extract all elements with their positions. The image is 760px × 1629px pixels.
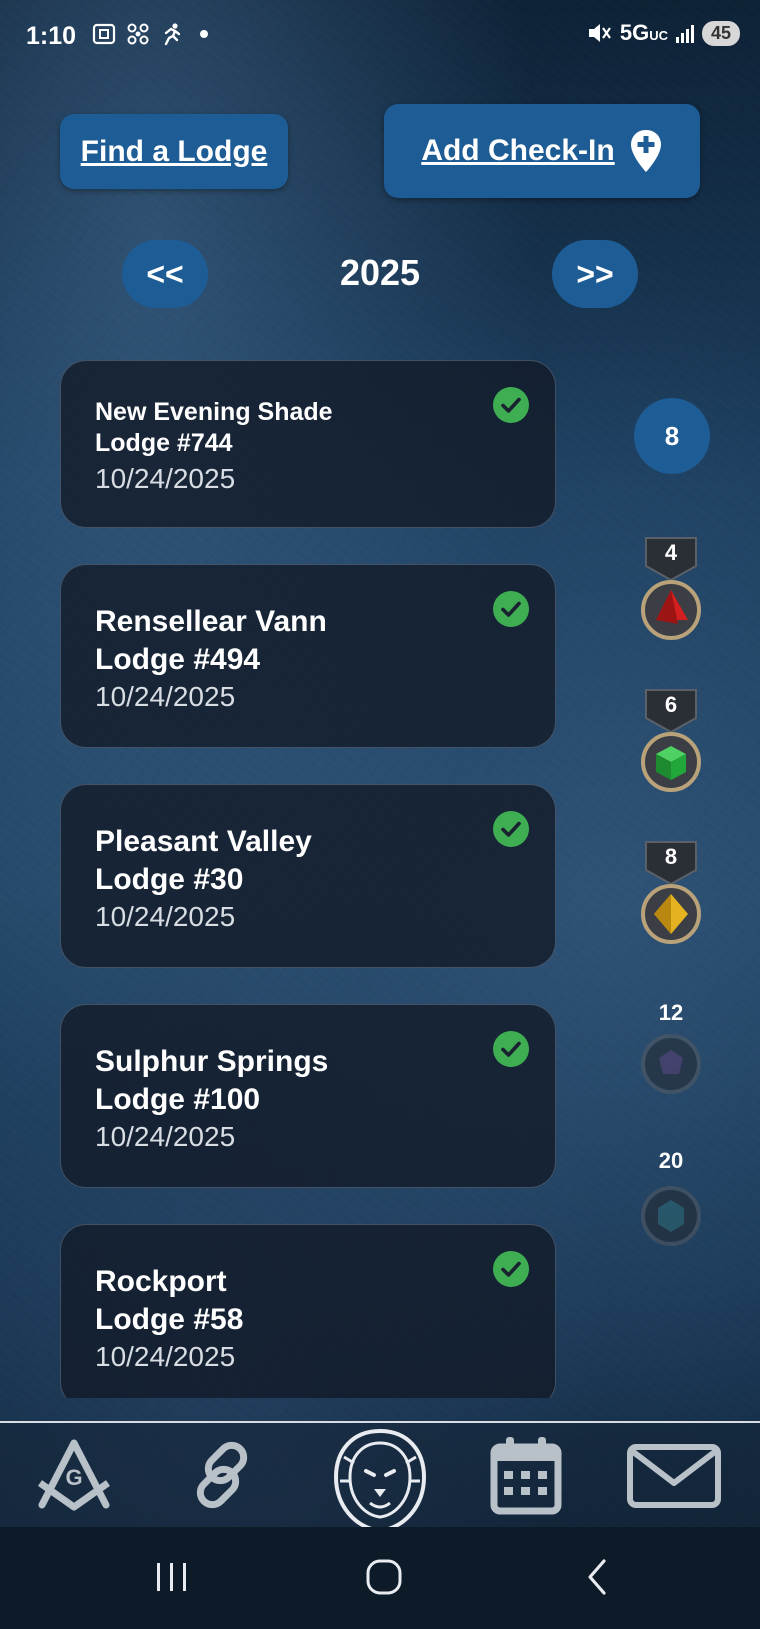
recent-apps-button[interactable] [154,1557,190,1602]
home-button[interactable] [364,1557,404,1602]
fan-icon [127,23,149,45]
lodge-name: Rensellear Vann Lodge #494 [95,605,327,676]
bottom-nav: G [0,1423,760,1545]
status-right: 5GUC 45 [586,20,740,46]
medal-6[interactable]: 6 [638,688,704,792]
home-icon [366,1559,402,1595]
map-pin-plus-icon [630,130,661,172]
mute-vibrate-icon [588,24,611,42]
checkin-card[interactable]: Rensellear Vann Lodge #494 10/24/2025 [60,564,556,748]
find-lodge-label: Find a Lodge [80,134,268,168]
mail-icon [627,1444,721,1508]
checkin-date: 10/24/2025 [95,1121,236,1152]
link-icon [196,1441,248,1509]
network-label: 5GUC [619,20,668,45]
previous-year-label: << [146,255,184,292]
checkin-card[interactable]: Sulphur Springs Lodge #100 10/24/2025 [60,1004,556,1188]
medal-threshold: 8 [664,844,678,869]
lodge-name: Rockport Lodge #58 [95,1265,244,1336]
battery-level: 45 [701,20,740,46]
status-bar: 1:10 5GUC 45 [0,0,760,74]
checkin-date: 10/24/2025 [95,463,236,494]
nav-square-compass[interactable]: G [34,1439,114,1518]
check-circle-icon [493,387,529,423]
svg-text:G: G [65,1465,82,1490]
checkin-card[interactable]: New Evening Shade Lodge #744 10/24/2025 [60,360,556,528]
system-navigation-bar [0,1527,760,1629]
check-circle-icon [493,1031,529,1067]
lodge-name: New Evening Shade Lodge #744 [95,398,333,458]
checkin-card[interactable]: Pleasant Valley Lodge #30 10/24/2025 [60,784,556,968]
year-label: 2025 [339,252,421,293]
nav-messages[interactable] [626,1443,722,1514]
add-checkin-label: Add Check-In [421,134,615,167]
signal-icon [675,23,694,43]
next-year-button[interactable]: >> [552,240,638,308]
medal-threshold: 20 [658,1148,684,1173]
status-time: 1:10 [26,22,77,50]
lodge-name: Pleasant Valley Lodge #30 [95,825,312,896]
notification-dot [200,30,208,38]
checkin-date: 10/24/2025 [95,901,236,932]
calendar-icon [490,1437,562,1515]
nav-calendar[interactable] [490,1435,562,1520]
checkin-card[interactable]: Rockport Lodge #58 10/24/2025 [60,1224,556,1398]
lodge-name: Sulphur Springs Lodge #100 [95,1045,329,1116]
next-year-label: >> [576,255,614,292]
medal-threshold: 6 [664,692,678,717]
medal-threshold: 12 [658,1000,684,1025]
find-lodge-button[interactable]: Find a Lodge [60,114,288,189]
medal-4[interactable]: 4 [638,536,704,640]
status-notification-icons [92,22,208,46]
back-button[interactable] [582,1557,612,1602]
checkin-date: 10/24/2025 [95,681,236,712]
previous-year-button[interactable]: << [122,240,208,308]
recent-apps-icon [157,1563,186,1591]
checkin-date: 10/24/2025 [95,1341,236,1372]
square-compass-icon: G [37,1439,111,1511]
check-circle-icon [493,1251,529,1287]
add-checkin-button[interactable]: Add Check-In [384,104,700,198]
medal-20[interactable]: 20 [638,1144,704,1248]
screenshot-icon [92,23,116,45]
medal-threshold: 4 [664,540,678,565]
checkin-list[interactable]: New Evening Shade Lodge #744 10/24/2025 … [60,360,556,1398]
check-circle-icon [493,811,529,847]
running-icon [164,23,181,46]
medal-12[interactable]: 12 [638,996,704,1100]
checkin-count-badge: 8 [634,398,710,474]
back-arrow-icon [588,1559,606,1595]
nav-links[interactable] [184,1437,260,1518]
medal-8[interactable]: 8 [638,840,704,944]
check-circle-icon [493,591,529,627]
